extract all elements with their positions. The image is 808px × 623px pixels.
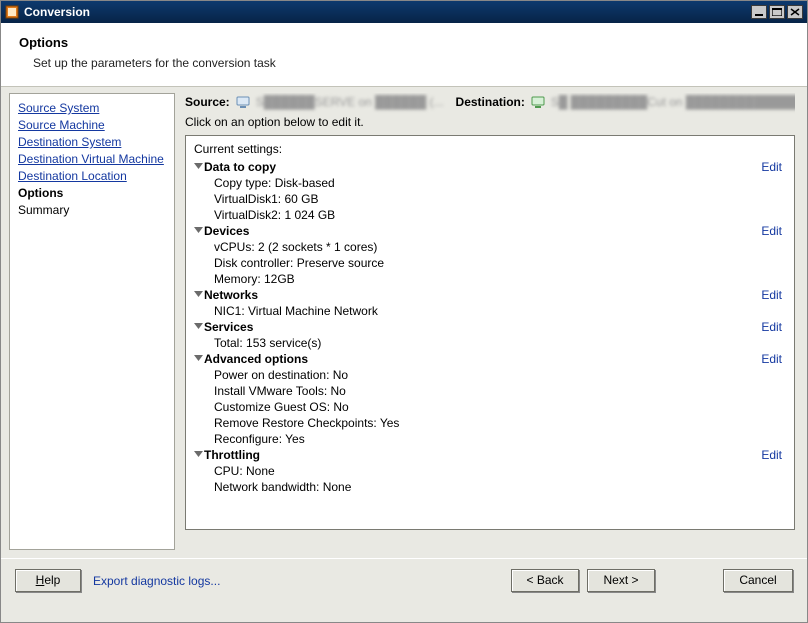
collapse-toggle-icon[interactable]: [192, 321, 204, 333]
setting-detail: CPU: None: [192, 463, 788, 479]
wizard-body: Source System Source Machine Destination…: [1, 87, 807, 558]
collapse-toggle-icon[interactable]: [192, 353, 204, 365]
titlebar: Conversion: [1, 1, 807, 23]
help-label-rest: elp: [44, 573, 60, 587]
nav-destination-virtual-machine[interactable]: Destination Virtual Machine: [18, 151, 166, 168]
destination-value: S█ █████████Cut on ███████████████(...: [551, 95, 795, 109]
page-subtitle: Set up the parameters for the conversion…: [17, 56, 791, 70]
cancel-button[interactable]: Cancel: [723, 569, 793, 592]
source-machine-icon: [236, 95, 250, 109]
setting-detail: Total: 153 service(s): [192, 335, 788, 351]
section-title[interactable]: Data to copy: [204, 159, 761, 175]
destination-label: Destination:: [456, 95, 525, 109]
setting-detail: Memory: 12GB: [192, 271, 788, 287]
app-icon: [5, 5, 19, 19]
setting-detail: Network bandwidth: None: [192, 479, 788, 495]
source-destination-bar: Source: S██████SERVE on ██████ (... Dest…: [185, 93, 795, 115]
back-button[interactable]: < Back: [511, 569, 579, 592]
settings-heading: Current settings:: [192, 140, 788, 159]
edit-link[interactable]: Edit: [761, 288, 788, 302]
nav-options-current: Options: [18, 185, 166, 202]
section-title[interactable]: Throttling: [204, 447, 761, 463]
collapse-toggle-icon[interactable]: [192, 289, 204, 301]
export-logs-link[interactable]: Export diagnostic logs...: [93, 574, 220, 588]
setting-detail: vCPUs: 2 (2 sockets * 1 cores): [192, 239, 788, 255]
setting-detail: NIC1: Virtual Machine Network: [192, 303, 788, 319]
section-title[interactable]: Advanced options: [204, 351, 761, 367]
edit-link[interactable]: Edit: [761, 448, 788, 462]
section-networks: NetworksEdit: [192, 287, 788, 303]
window-title: Conversion: [24, 5, 751, 19]
edit-link[interactable]: Edit: [761, 320, 788, 334]
window-buttons: [751, 5, 803, 19]
help-button[interactable]: Help: [15, 569, 81, 592]
source-label: Source:: [185, 95, 230, 109]
wizard-header: Options Set up the parameters for the co…: [1, 23, 807, 87]
nav-summary: Summary: [18, 202, 166, 219]
maximize-button[interactable]: [769, 5, 785, 19]
edit-link[interactable]: Edit: [761, 160, 788, 174]
nav-destination-location[interactable]: Destination Location: [18, 168, 166, 185]
settings-panel[interactable]: Current settings: Data to copyEditCopy t…: [185, 135, 795, 530]
setting-detail: Disk controller: Preserve source: [192, 255, 788, 271]
section-title[interactable]: Services: [204, 319, 761, 335]
next-button[interactable]: Next >: [587, 569, 655, 592]
minimize-button[interactable]: [751, 5, 767, 19]
instruction-text: Click on an option below to edit it.: [185, 115, 795, 135]
nav-source-system[interactable]: Source System: [18, 100, 166, 117]
wizard-content: Source: S██████SERVE on ██████ (... Dest…: [175, 93, 799, 550]
nav-destination-system[interactable]: Destination System: [18, 134, 166, 151]
close-button[interactable]: [787, 5, 803, 19]
section-services: ServicesEdit: [192, 319, 788, 335]
nav-source-machine[interactable]: Source Machine: [18, 117, 166, 134]
destination-machine-icon: [531, 95, 545, 109]
section-title[interactable]: Devices: [204, 223, 761, 239]
setting-detail: Reconfigure: Yes: [192, 431, 788, 447]
setting-detail: VirtualDisk2: 1 024 GB: [192, 207, 788, 223]
collapse-toggle-icon[interactable]: [192, 225, 204, 237]
collapse-toggle-icon[interactable]: [192, 449, 204, 461]
section-throttling: ThrottlingEdit: [192, 447, 788, 463]
edit-link[interactable]: Edit: [761, 352, 788, 366]
setting-detail: Customize Guest OS: No: [192, 399, 788, 415]
edit-link[interactable]: Edit: [761, 224, 788, 238]
setting-detail: Remove Restore Checkpoints: Yes: [192, 415, 788, 431]
section-devices: DevicesEdit: [192, 223, 788, 239]
collapse-toggle-icon[interactable]: [192, 161, 204, 173]
setting-detail: VirtualDisk1: 60 GB: [192, 191, 788, 207]
section-data-to-copy: Data to copyEdit: [192, 159, 788, 175]
section-advanced-options: Advanced optionsEdit: [192, 351, 788, 367]
setting-detail: Power on destination: No: [192, 367, 788, 383]
wizard-footer: Help Export diagnostic logs... < Back Ne…: [1, 558, 807, 602]
section-title[interactable]: Networks: [204, 287, 761, 303]
setting-detail: Install VMware Tools: No: [192, 383, 788, 399]
wizard-nav: Source System Source Machine Destination…: [9, 93, 175, 550]
page-title: Options: [17, 33, 791, 56]
setting-detail: Copy type: Disk-based: [192, 175, 788, 191]
source-value: S██████SERVE on ██████ (...: [256, 95, 444, 109]
